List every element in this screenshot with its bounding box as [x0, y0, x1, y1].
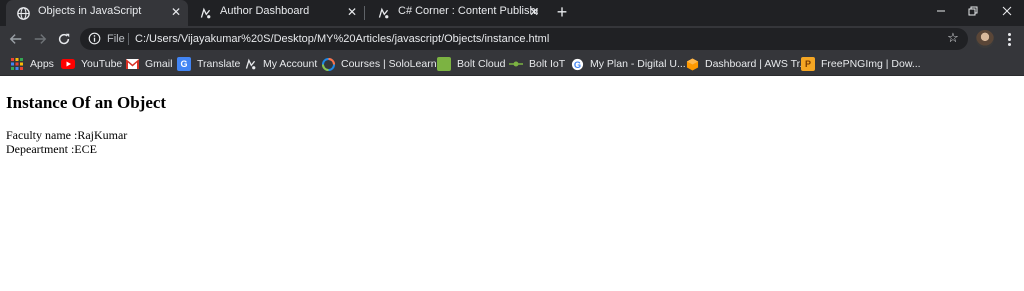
bookmark-bolt-cloud[interactable]: Bolt Cloud — [437, 56, 505, 72]
bookmark-my-plan[interactable]: G My Plan - Digital U... — [570, 56, 686, 72]
tab-strip: Objects in JavaScript ✕ Author Dashboard… — [0, 0, 1024, 26]
bookmark-label: Translate — [197, 58, 241, 70]
bookmarks-bar: Apps YouTube Gmail G Translate My Accoun… — [0, 52, 1024, 76]
bookmark-translate[interactable]: G Translate — [177, 56, 240, 72]
gmail-icon — [125, 57, 139, 71]
bookmark-star-icon[interactable]: ☆ — [946, 31, 960, 45]
bolt-cloud-icon — [437, 57, 451, 71]
bookmark-label: Apps — [30, 58, 54, 70]
bookmark-aws-dashboard[interactable]: Dashboard | AWS Tr... — [685, 56, 808, 72]
bookmark-bolt-iot[interactable]: Bolt IoT — [509, 56, 565, 72]
minimize-icon[interactable] — [930, 2, 952, 20]
bookmark-label: Bolt IoT — [529, 58, 566, 70]
tab-title: C# Corner : Content Publisher — [398, 5, 538, 17]
tab-content-publisher[interactable]: C# Corner : Content Publisher ✕ — [366, 0, 548, 26]
bookmark-my-account[interactable]: My Account — [243, 56, 317, 72]
apps-grid-icon — [10, 57, 24, 71]
bookmark-label: Bolt Cloud — [457, 58, 506, 70]
page-content: Instance Of an Object Faculty name :RajK… — [0, 77, 1024, 291]
c-sharp-corner-icon — [376, 6, 390, 20]
youtube-icon — [61, 57, 75, 71]
faculty-name-text: Faculty name :RajKumar — [6, 128, 128, 142]
restore-icon[interactable] — [962, 2, 984, 20]
bookmark-label: Dashboard | AWS Tr... — [705, 58, 809, 70]
scheme-label: File — [107, 33, 125, 45]
freepngimg-icon: P — [801, 57, 815, 71]
globe-icon — [16, 6, 30, 20]
bookmark-youtube[interactable]: YouTube — [61, 56, 122, 72]
back-arrow-icon[interactable] — [7, 30, 25, 48]
address-bar[interactable]: File C:/Users/Vijayakumar%20S/Desktop/MY… — [80, 28, 968, 50]
tab-title: Author Dashboard — [220, 5, 310, 17]
tab-objects-in-javascript[interactable]: Objects in JavaScript ✕ — [6, 0, 188, 26]
url-text[interactable]: C:/Users/Vijayakumar%20S/Desktop/MY%20Ar… — [135, 33, 549, 45]
tab-title: Objects in JavaScript — [38, 5, 142, 17]
reload-icon[interactable] — [55, 30, 73, 48]
bolt-iot-icon — [509, 57, 523, 71]
bookmark-label: FreePNGImg | Dow... — [821, 58, 921, 70]
bookmark-sololearn[interactable]: Courses | SoloLearn... — [321, 56, 445, 72]
google-icon: G — [570, 57, 584, 71]
bookmark-label: My Plan - Digital U... — [590, 58, 686, 70]
tab-close-icon[interactable]: ✕ — [526, 4, 542, 20]
c-sharp-corner-icon — [243, 57, 257, 71]
info-icon[interactable] — [88, 32, 102, 46]
bookmark-label: Courses | SoloLearn... — [341, 58, 446, 70]
tab-close-icon[interactable]: ✕ — [344, 4, 360, 20]
close-icon[interactable] — [996, 2, 1018, 20]
svg-text:G: G — [573, 59, 580, 69]
c-sharp-corner-icon — [198, 6, 212, 20]
avatar[interactable] — [976, 30, 994, 48]
browser-toolbar: File C:/Users/Vijayakumar%20S/Desktop/MY… — [0, 26, 1024, 52]
bookmark-gmail[interactable]: Gmail — [125, 56, 172, 72]
address-separator — [128, 33, 129, 45]
forward-arrow-icon[interactable] — [31, 30, 49, 48]
department-text: Depeartment :ECE — [6, 142, 97, 156]
bookmark-apps[interactable]: Apps — [10, 56, 54, 72]
menu-kebab-icon[interactable] — [1002, 31, 1016, 47]
page-title: Instance Of an Object — [6, 93, 167, 112]
google-translate-icon: G — [177, 57, 191, 71]
bookmark-label: Gmail — [145, 58, 173, 70]
plus-icon[interactable]: + — [553, 3, 571, 21]
aws-icon — [685, 57, 699, 71]
bookmark-label: My Account — [263, 58, 318, 70]
bookmark-label: YouTube — [81, 58, 123, 70]
sololearn-icon — [321, 57, 335, 71]
tab-close-icon[interactable]: ✕ — [168, 4, 184, 20]
tab-separator — [364, 6, 365, 20]
tab-author-dashboard[interactable]: Author Dashboard ✕ — [188, 0, 366, 26]
bookmark-freepngimg[interactable]: P FreePNGImg | Dow... — [801, 56, 921, 72]
